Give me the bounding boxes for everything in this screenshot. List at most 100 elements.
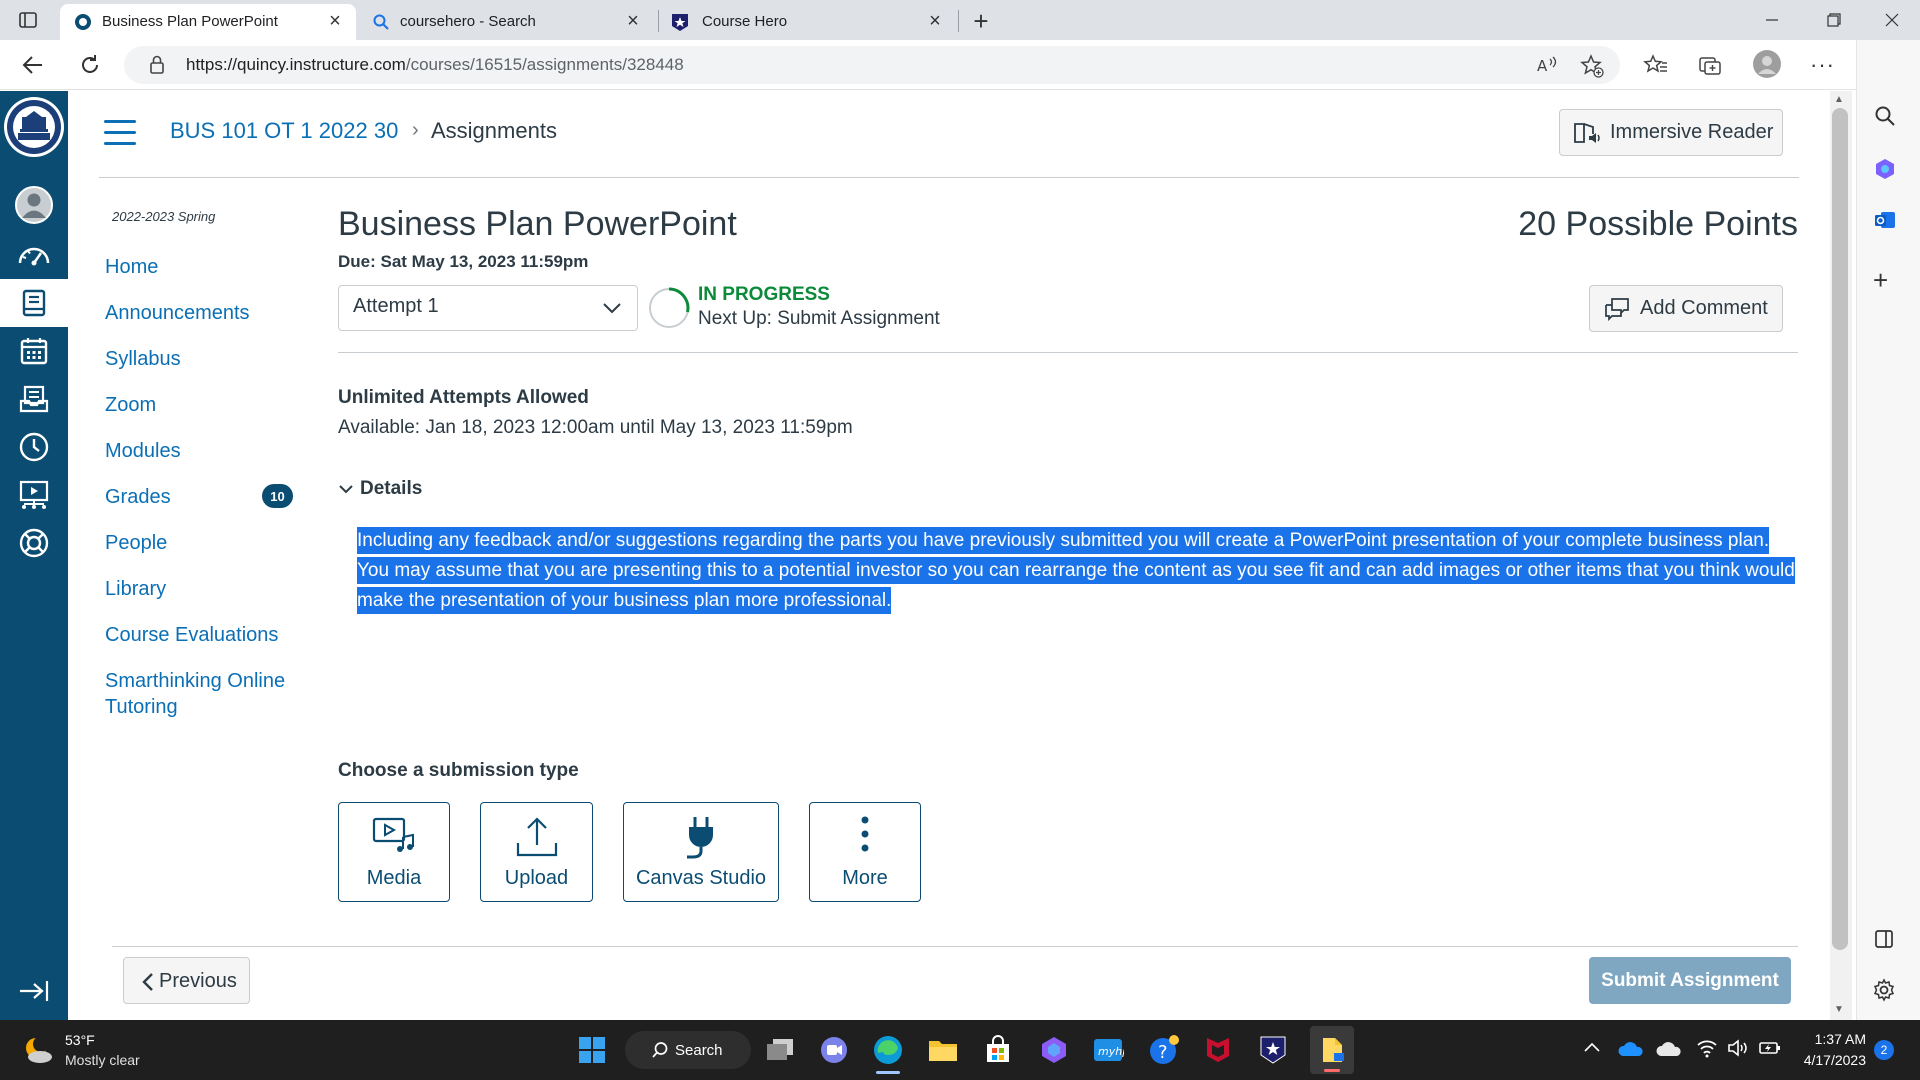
tab-actions-icon[interactable] <box>18 10 38 30</box>
course-nav-smarthinking[interactable]: Smarthinking Online <box>105 668 285 694</box>
calendar-icon[interactable] <box>0 327 68 375</box>
course-nav-smarthinking-line2[interactable]: Tutoring <box>105 694 178 720</box>
weather-moon-icon[interactable] <box>22 1034 56 1066</box>
lock-icon[interactable] <box>148 54 166 76</box>
more-options-icon[interactable]: ··· <box>1810 52 1835 78</box>
sidebar-copilot-icon[interactable] <box>1873 157 1897 181</box>
add-comment-button[interactable]: Add Comment <box>1589 285 1783 332</box>
tab-close-icon[interactable]: × <box>622 10 644 32</box>
scroll-down-icon[interactable]: ▼ <box>1834 1004 1844 1015</box>
immersive-reader-button[interactable]: Immersive Reader <box>1559 109 1783 156</box>
weather-temperature[interactable]: 53°F <box>65 1032 95 1048</box>
next-up-text: Next Up: Submit Assignment <box>698 308 940 329</box>
tab-close-icon[interactable]: × <box>924 10 946 32</box>
sidebar-settings-gear-icon[interactable] <box>1872 978 1896 1002</box>
dashboard-icon[interactable] <box>0 231 68 279</box>
file-manager-icon <box>1320 1035 1346 1065</box>
courses-icon[interactable] <box>0 279 68 327</box>
refresh-icon[interactable] <box>77 52 103 78</box>
taskbar-active-app[interactable] <box>1310 1026 1354 1074</box>
course-nav-modules[interactable]: Modules <box>105 438 181 464</box>
tab-course-hero[interactable]: Course Hero × <box>660 4 956 40</box>
read-aloud-icon[interactable]: A <box>1535 53 1559 77</box>
add-comment-label: Add Comment <box>1640 297 1768 319</box>
submit-assignment-button[interactable]: Submit Assignment <box>1589 957 1791 1004</box>
collapse-nav-icon[interactable] <box>0 967 68 1015</box>
tab-business-plan[interactable]: Business Plan PowerPoint × <box>60 4 356 40</box>
weather-condition[interactable]: Mostly clear <box>65 1052 140 1068</box>
quincy-college-logo[interactable] <box>0 97 68 157</box>
submission-status: IN PROGRESS <box>698 284 830 305</box>
url-host: https://quincy.instructure.com <box>186 55 406 74</box>
course-nav-people[interactable]: People <box>105 530 167 556</box>
back-arrow-icon[interactable] <box>20 52 46 78</box>
wifi-icon[interactable] <box>1696 1038 1718 1058</box>
course-nav-zoom[interactable]: Zoom <box>105 392 156 418</box>
sidebar-outlook-icon[interactable] <box>1873 208 1897 232</box>
restore-icon[interactable] <box>1806 0 1862 40</box>
minimize-icon[interactable] <box>1744 0 1800 40</box>
volume-icon[interactable] <box>1727 1038 1749 1058</box>
edge-browser-icon[interactable] <box>870 1032 906 1068</box>
favorites-icon[interactable] <box>1643 52 1669 78</box>
taskbar-search-box[interactable]: Search <box>625 1031 751 1069</box>
svg-text:A: A <box>1537 57 1548 75</box>
course-hero-app-icon[interactable] <box>1255 1032 1291 1068</box>
help-lifebuoy-icon[interactable] <box>0 519 68 567</box>
history-clock-icon[interactable] <box>0 423 68 471</box>
browser-tab-bar: Business Plan PowerPoint × coursehero - … <box>0 0 1920 40</box>
clock-date[interactable]: 4/17/2023 <box>1794 1052 1866 1068</box>
course-hero-favicon-icon <box>670 12 690 32</box>
task-view-icon[interactable] <box>762 1032 798 1068</box>
details-toggle[interactable]: Details <box>338 478 422 500</box>
teams-chat-icon[interactable] <box>816 1032 852 1068</box>
file-explorer-icon[interactable] <box>925 1032 961 1068</box>
submission-upload-button[interactable]: Upload <box>480 802 593 902</box>
hp-app-icon[interactable]: myhp <box>1090 1032 1126 1068</box>
add-favorite-icon[interactable] <box>1579 53 1605 79</box>
onedrive-icon[interactable] <box>1618 1040 1644 1058</box>
scrollbar-thumb[interactable] <box>1832 108 1848 950</box>
breadcrumb-course-link[interactable]: BUS 101 OT 1 2022 30 <box>170 118 398 144</box>
sidebar-search-icon[interactable] <box>1873 104 1897 128</box>
upload-label: Upload <box>504 867 569 889</box>
course-nav-course-evaluations[interactable]: Course Evaluations <box>105 622 278 648</box>
tab-coursehero-search[interactable]: coursehero - Search × <box>358 4 654 40</box>
upload-icon <box>481 815 592 859</box>
submission-more-button[interactable]: More <box>809 802 921 902</box>
course-menu-hamburger-icon[interactable] <box>104 120 136 146</box>
taskbar-search-label: Search <box>675 1042 723 1059</box>
close-window-icon[interactable] <box>1864 0 1920 40</box>
account-avatar-icon[interactable] <box>0 181 68 229</box>
status-divider <box>338 352 1798 353</box>
submission-media-button[interactable]: Media <box>338 802 450 902</box>
more-vertical-icon <box>810 815 920 855</box>
collections-icon[interactable] <box>1697 52 1723 78</box>
submission-canvas-studio-button[interactable]: Canvas Studio <box>623 802 779 902</box>
microsoft-store-icon[interactable] <box>980 1032 1016 1068</box>
get-help-icon[interactable]: ? <box>1146 1032 1182 1068</box>
course-nav-syllabus[interactable]: Syllabus <box>105 346 181 372</box>
clock-time[interactable]: 1:37 AM <box>1794 1031 1866 1047</box>
battery-charging-icon[interactable] <box>1758 1040 1782 1056</box>
notification-count-badge[interactable]: 2 <box>1874 1040 1894 1060</box>
profile-avatar-icon[interactable] <box>1752 49 1782 79</box>
sidebar-panel-icon[interactable] <box>1873 928 1895 950</box>
cloud-icon[interactable] <box>1656 1040 1682 1058</box>
mcafee-icon[interactable] <box>1200 1032 1236 1068</box>
course-nav-grades[interactable]: Grades <box>105 484 171 510</box>
windows-start-icon[interactable] <box>574 1032 610 1068</box>
previous-button[interactable]: Previous <box>123 957 250 1004</box>
scroll-up-icon[interactable]: ▲ <box>1834 94 1844 105</box>
copilot-app-icon[interactable] <box>1036 1032 1072 1068</box>
course-nav-home[interactable]: Home <box>105 254 158 280</box>
tab-close-icon[interactable]: × <box>324 10 346 32</box>
new-tab-icon[interactable]: + <box>966 6 996 36</box>
studio-icon[interactable] <box>0 471 68 519</box>
show-hidden-icons-chevron-up-icon[interactable] <box>1583 1040 1601 1054</box>
url-text[interactable]: https://quincy.instructure.com/courses/1… <box>186 55 684 75</box>
course-nav-library[interactable]: Library <box>105 576 166 602</box>
inbox-icon[interactable] <box>0 375 68 423</box>
course-nav-announcements[interactable]: Announcements <box>105 300 250 326</box>
sidebar-add-icon[interactable]: + <box>1873 265 1888 296</box>
